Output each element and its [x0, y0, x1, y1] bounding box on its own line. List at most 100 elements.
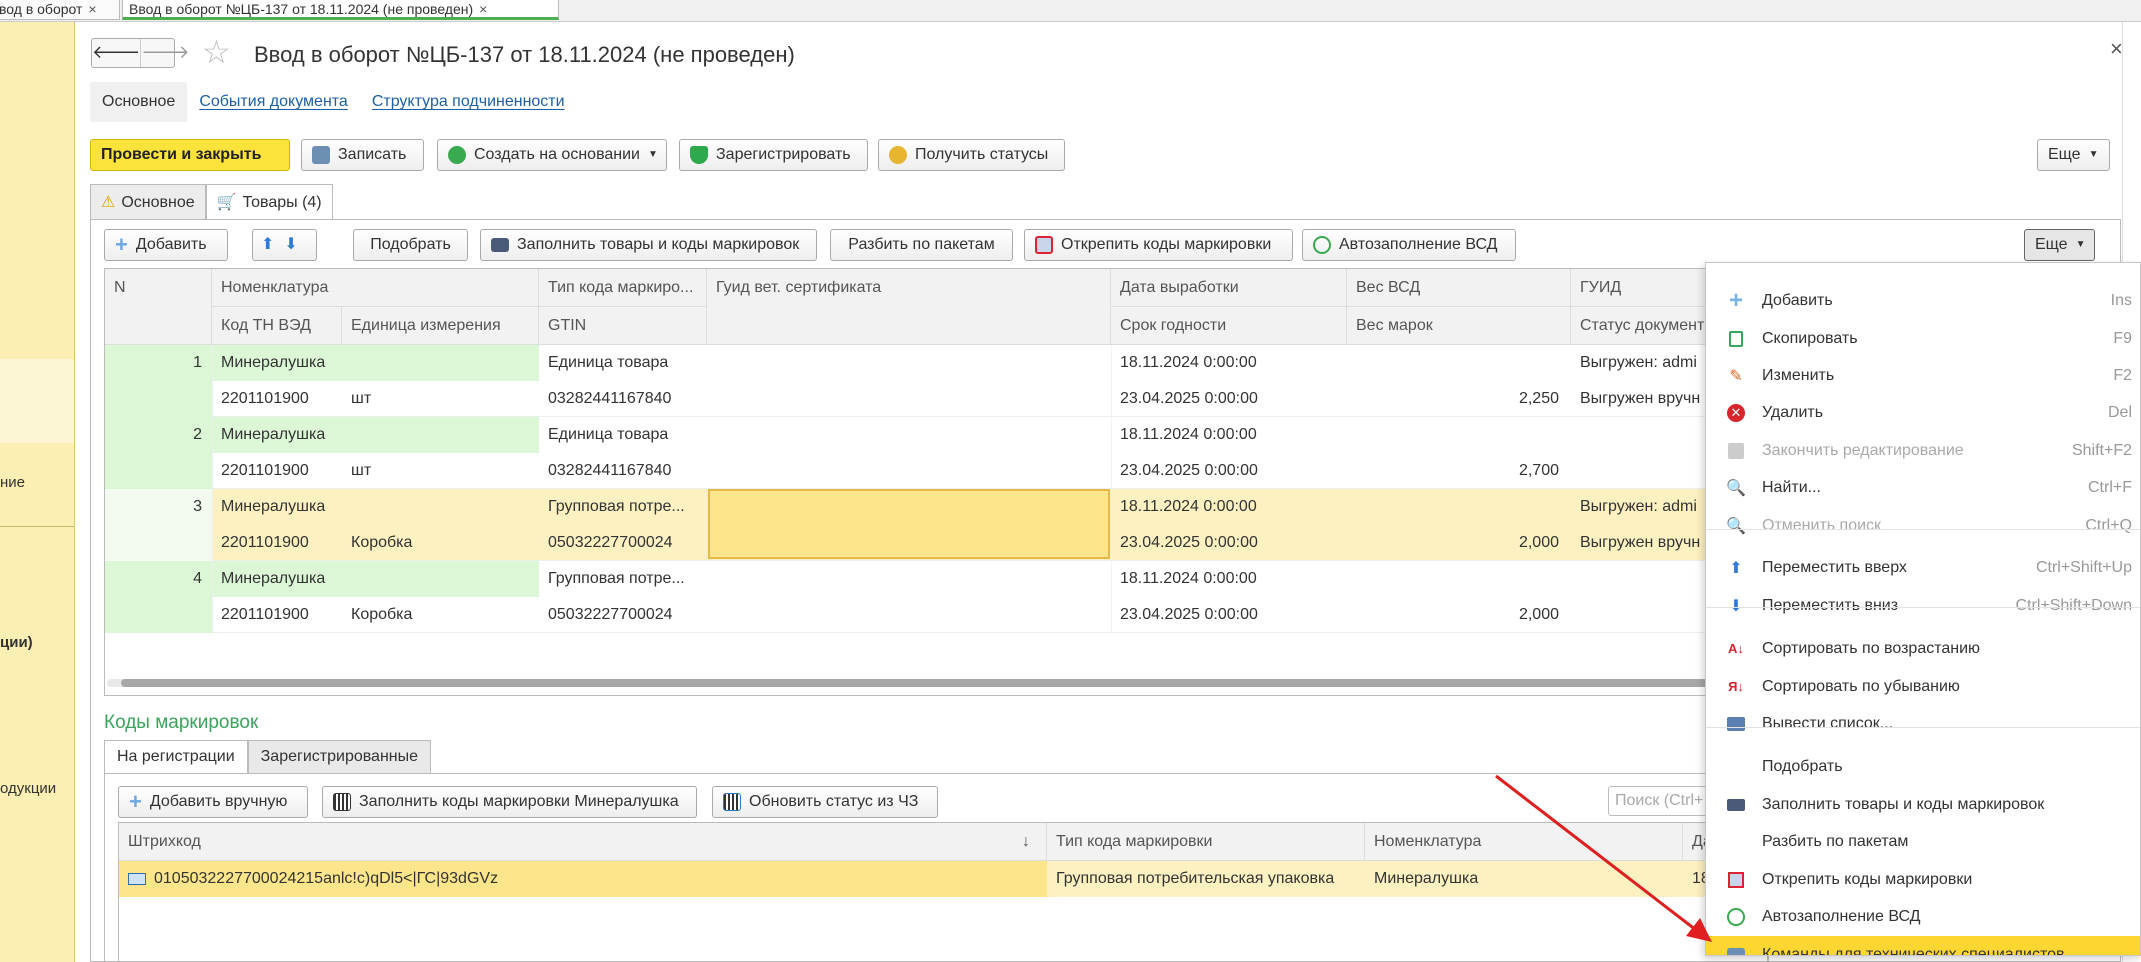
table-row[interactable]: 2 Минералушка Единица товара 18.11.2024 … [105, 417, 1768, 489]
column-header-barcode[interactable]: Штрихкод ↓ [119, 823, 1047, 861]
tab-main-info[interactable]: ⚠ Основное [90, 184, 206, 220]
close-icon[interactable]: × [88, 1, 96, 17]
tab-main[interactable]: Основное [90, 82, 188, 122]
cell-tnved[interactable]: 2201101900 [212, 597, 342, 633]
column-header-production-date[interactable]: Дата выработки [1111, 269, 1347, 307]
menu-item-copy[interactable]: Скопировать F9 [1706, 320, 2140, 357]
tab-registered[interactable]: Зарегистрированные [247, 740, 432, 774]
menu-item-pick[interactable]: Подобрать [1706, 748, 2140, 785]
arrow-up-icon[interactable]: ⬆ [261, 230, 274, 260]
cell-nomenclature[interactable]: Минералушка [212, 561, 539, 597]
cell-production-date[interactable]: 18.11.2024 0:00:00 [1111, 561, 1347, 597]
sidebar-selected-item[interactable] [0, 359, 74, 443]
column-header-vsd-weight[interactable]: Вес ВСД [1347, 269, 1571, 307]
cell-code-type[interactable]: Групповая потре... [539, 489, 707, 525]
menu-item-move-up[interactable]: ⬆ Переместить вверх Ctrl+Shift+Up [1706, 549, 2140, 586]
cell-nomenclature[interactable]: Минералушка [212, 345, 539, 381]
menu-item-move-down[interactable]: ⬇ Переместить вниз Ctrl+Shift+Down [1706, 587, 2140, 624]
tab-document-events[interactable]: События документа [187, 82, 360, 122]
cell-tnved[interactable]: 2201101900 [212, 525, 342, 561]
cell-unit[interactable]: шт [342, 381, 539, 417]
cell-nomenclature[interactable]: Минералушка [212, 489, 539, 525]
window-tab-2[interactable]: Ввод в оборот №ЦБ-137 от 18.11.2024 (не … [122, 0, 559, 20]
sidebar-item-label[interactable]: ции) [0, 634, 33, 651]
split-packages-button[interactable]: Разбить по пакетам [830, 229, 1013, 261]
cell-gtin[interactable]: 05032227700024 [539, 525, 707, 561]
table-row-selected[interactable]: 3 Минералушка Групповая потре... 18.11.2… [105, 489, 1768, 561]
cell-unit[interactable]: Коробка [342, 597, 539, 633]
cell-expiry[interactable]: 23.04.2025 0:00:00 [1111, 597, 1347, 633]
window-tab-1[interactable]: вод в оборот × [0, 0, 120, 20]
menu-item-find[interactable]: 🔍 Найти... Ctrl+F [1706, 469, 2140, 506]
pick-button[interactable]: Подобрать [353, 229, 468, 261]
cell-gtin[interactable]: 03282441167840 [539, 453, 707, 489]
cell-nomenclature[interactable]: Минералушка [1365, 861, 1683, 897]
menu-item-delete[interactable]: ✕ Удалить Del [1706, 394, 2140, 431]
column-header-nomenclature[interactable]: Номенклатура [1365, 823, 1683, 861]
close-icon[interactable]: × [2110, 36, 2123, 62]
cell-gtin[interactable]: 05032227700024 [539, 597, 707, 633]
cell-marks-weight[interactable]: 2,000 [1347, 525, 1571, 561]
menu-item-sort-asc[interactable]: A↓ Сортировать по возрастанию [1706, 630, 2140, 667]
table-row[interactable]: 1 Минералушка Единица товара 18.11.2024 … [105, 345, 1768, 417]
cell-production-date[interactable]: 18.11.2024 0:00:00 [1111, 489, 1347, 525]
cell-barcode[interactable]: 0105032227700024215anlc!c)qDl5<|ГС|93dGV… [119, 861, 1047, 897]
cell-expiry[interactable]: 23.04.2025 0:00:00 [1111, 525, 1347, 561]
create-based-on-button[interactable]: Создать на основании ▼ [437, 139, 667, 171]
menu-item-sort-desc[interactable]: Я↓ Сортировать по убыванию [1706, 668, 2140, 705]
cell-marking-type[interactable]: Групповая потребительская упаковка [1047, 861, 1365, 897]
cell-production-date[interactable]: 18.11.2024 0:00:00 [1111, 417, 1347, 453]
register-button[interactable]: Зарегистрировать [679, 139, 868, 171]
tab-goods[interactable]: 🛒 Товары (4) [205, 184, 333, 220]
cell-production-date[interactable]: 18.11.2024 0:00:00 [1111, 345, 1347, 381]
tab-subordination-structure[interactable]: Структура подчиненности [360, 82, 577, 122]
add-goods-button[interactable]: + Добавить [104, 229, 228, 261]
column-header-gtin[interactable]: GTIN [539, 307, 707, 345]
refresh-status-button[interactable]: Обновить статус из ЧЗ [712, 786, 938, 818]
detach-codes-button[interactable]: Открепить коды маркировки [1024, 229, 1293, 261]
favorite-star-icon[interactable]: ☆ [202, 36, 231, 68]
cell-marks-weight[interactable]: 2,000 [1347, 597, 1571, 633]
get-statuses-button[interactable]: Получить статусы [878, 139, 1065, 171]
save-button[interactable]: Записать [301, 139, 424, 171]
cell-expiry[interactable]: 23.04.2025 0:00:00 [1111, 381, 1347, 417]
menu-item-output-list[interactable]: Вывести список... [1706, 705, 2140, 742]
scrollbar-thumb[interactable] [121, 679, 1711, 687]
tab-pending-registration[interactable]: На регистрации [104, 740, 248, 774]
post-and-close-button[interactable]: Провести и закрыть [90, 139, 290, 171]
cell-code-type[interactable]: Групповая потре... [539, 561, 707, 597]
column-header-vet-guid[interactable]: Гуид вет. сертификата [707, 269, 1111, 345]
column-header-marking-type[interactable]: Тип кода маркировки [1047, 823, 1365, 861]
sidebar-item-label[interactable]: ние [0, 474, 25, 491]
autofill-vsd-button[interactable]: Автозаполнение ВСД [1302, 229, 1516, 261]
cell-unit[interactable]: шт [342, 453, 539, 489]
search-input[interactable]: Поиск (Ctrl+ [1608, 786, 1718, 816]
column-header-tnved[interactable]: Код ТН ВЭД [212, 307, 342, 345]
cell-vet-guid-current[interactable] [708, 489, 1110, 559]
more-goods-button[interactable]: Еще ▼ [2024, 229, 2095, 261]
cell-expiry[interactable]: 23.04.2025 0:00:00 [1111, 453, 1347, 489]
cell-marks-weight[interactable]: 2,250 [1347, 381, 1571, 417]
cell-code-type[interactable]: Единица товара [539, 345, 707, 381]
horizontal-scrollbar[interactable] [107, 679, 1747, 687]
cell-marks-weight[interactable]: 2,700 [1347, 453, 1571, 489]
menu-item-tech-commands[interactable]: Команды для технических специалистов [1706, 936, 2140, 955]
menu-item-add[interactable]: + Добавить Ins [1706, 282, 2140, 319]
menu-item-cancel-search[interactable]: 🔍 Отменить поиск Ctrl+Q [1706, 507, 2140, 544]
menu-item-end-edit[interactable]: Закончить редактирование Shift+F2 [1706, 432, 2140, 469]
fill-goods-codes-button[interactable]: Заполнить товары и коды маркировок [480, 229, 817, 261]
column-header-code-type[interactable]: Тип кода маркиро... [539, 269, 707, 307]
column-header-nomenclature[interactable]: Номенклатура [212, 269, 539, 307]
cell-tnved[interactable]: 2201101900 [212, 453, 342, 489]
column-header-n[interactable]: N [105, 269, 212, 345]
menu-item-fill-goods-codes[interactable]: Заполнить товары и коды маркировок [1706, 786, 2140, 823]
column-header-expiry[interactable]: Срок годности [1111, 307, 1347, 345]
menu-item-autofill-vsd[interactable]: Автозаполнение ВСД [1706, 898, 2140, 935]
column-header-marks-weight[interactable]: Вес марок [1347, 307, 1571, 345]
sidebar-item-label[interactable]: одукции [0, 780, 56, 797]
menu-item-detach-codes[interactable]: Открепить коды маркировки [1706, 861, 2140, 898]
cell-tnved[interactable]: 2201101900 [212, 381, 342, 417]
cell-unit[interactable]: Коробка [342, 525, 539, 561]
table-row[interactable]: 4 Минералушка Групповая потре... 18.11.2… [105, 561, 1768, 633]
arrow-down-icon[interactable]: ⬇ [284, 230, 297, 260]
